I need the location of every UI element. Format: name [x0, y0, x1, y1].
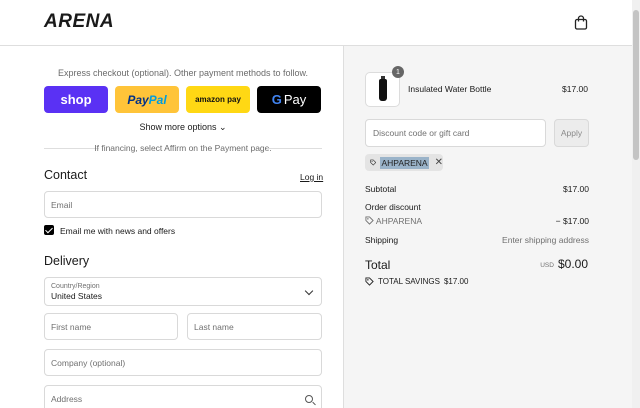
- country-value: United States: [51, 290, 103, 301]
- delivery-title: Delivery: [44, 254, 90, 268]
- shipping-value: Enter shipping address: [502, 235, 589, 245]
- contact-title: Contact: [44, 168, 88, 182]
- express-checkout-label: Express checkout (optional). Other payme…: [57, 68, 309, 78]
- email-placeholder: Email: [51, 199, 73, 210]
- paypal-label-b: Pal: [148, 92, 167, 107]
- google-pay-button[interactable]: G Pay: [257, 86, 321, 113]
- subtotal-value: $17.00: [563, 184, 589, 194]
- company-field[interactable]: Company (optional): [44, 349, 322, 376]
- newsletter-label: Email me with news and offers: [60, 226, 176, 236]
- amazon-pay-button[interactable]: amazon pay: [186, 86, 250, 113]
- subtotal-row: Subtotal $17.00: [365, 184, 589, 194]
- tag-icon: [370, 159, 377, 166]
- shipping-row: Shipping Enter shipping address: [365, 235, 589, 245]
- remove-discount-close-icon[interactable]: ✕: [435, 157, 443, 168]
- savings-value: $17.00: [443, 277, 469, 286]
- order-discount-label: Order discount: [365, 202, 421, 212]
- page-scrollbar[interactable]: [632, 0, 640, 408]
- savings-tag-icon: [365, 277, 374, 286]
- company-placeholder: Company (optional): [51, 357, 126, 368]
- total-savings: TOTAL SAVINGS $17.00: [365, 277, 468, 286]
- show-more-options-link[interactable]: Show more options ⌄: [44, 122, 322, 133]
- water-bottle-image: [379, 76, 387, 101]
- first-name-placeholder: First name: [51, 321, 92, 332]
- paypal-label-a: Pay: [127, 92, 149, 107]
- divider-line-right: [267, 148, 322, 149]
- address-field[interactable]: Address: [44, 385, 322, 408]
- country-select[interactable]: Country/Region United States: [44, 277, 322, 306]
- discount-placeholder: Discount code or gift card: [373, 128, 470, 138]
- currency-code: USD: [540, 262, 554, 269]
- checkout-form: Express checkout (optional). Other payme…: [0, 46, 343, 408]
- order-discount-row: Order discount: [365, 202, 589, 212]
- country-label: Country/Region: [51, 282, 100, 290]
- subtotal-label: Subtotal: [365, 184, 397, 194]
- google-g-icon: G: [271, 92, 282, 107]
- search-icon: [305, 395, 313, 403]
- shop-pay-button[interactable]: shop: [44, 86, 108, 113]
- store-logo[interactable]: ARENA: [44, 11, 114, 33]
- gpay-label: Pay: [283, 92, 307, 107]
- savings-label: TOTAL SAVINGS: [378, 277, 440, 286]
- item-price: $17.00: [562, 84, 588, 94]
- discount-code-label: AHPARENA: [375, 216, 423, 226]
- last-name-placeholder: Last name: [194, 321, 234, 332]
- order-summary: 1 Insulated Water Bottle $17.00 Discount…: [343, 46, 632, 408]
- total-label: Total: [365, 258, 391, 272]
- applied-code: AHPARENA: [380, 156, 429, 169]
- checkout-header: ARENA: [0, 0, 632, 46]
- quantity-badge: 1: [392, 66, 404, 78]
- email-field[interactable]: Email: [44, 191, 322, 218]
- first-name-field[interactable]: First name: [44, 313, 178, 340]
- financing-divider: If financing, select Affirm on the Payme…: [44, 142, 322, 154]
- newsletter-checkbox[interactable]: [44, 225, 54, 235]
- chevron-down-icon: [304, 286, 314, 296]
- shopping-bag-icon[interactable]: [574, 15, 588, 30]
- address-placeholder: Address: [51, 393, 83, 404]
- applied-discount-chip: AHPARENA ✕: [365, 154, 443, 171]
- tag-icon: [365, 216, 374, 225]
- scrollbar-thumb[interactable]: [633, 10, 639, 160]
- login-link[interactable]: Log in: [300, 172, 323, 182]
- total-value: $0.00: [557, 257, 588, 271]
- item-name: Insulated Water Bottle: [408, 84, 492, 94]
- discount-code-row: AHPARENA − $17.00: [365, 216, 589, 226]
- last-name-field[interactable]: Last name: [187, 313, 322, 340]
- shipping-label: Shipping: [365, 235, 399, 245]
- total-value-group: USD $0.00: [540, 257, 588, 271]
- paypal-button[interactable]: Pay Pal: [115, 86, 179, 113]
- apply-discount-button[interactable]: Apply: [554, 119, 589, 147]
- discount-code-input[interactable]: Discount code or gift card: [365, 119, 546, 147]
- discount-value: − $17.00: [555, 216, 589, 226]
